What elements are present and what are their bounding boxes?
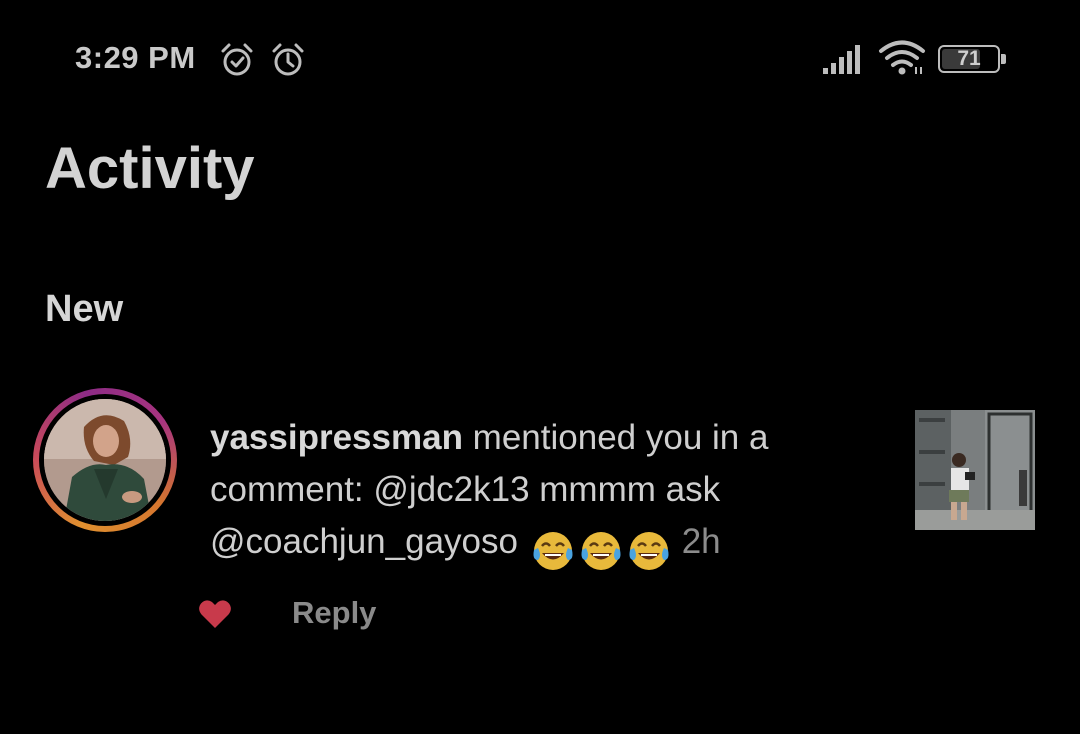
alarm-icon [272,43,304,76]
notification-username[interactable]: yassipressman [210,418,463,457]
alarm-clock-icon [221,43,253,76]
avatar[interactable] [44,399,166,521]
heart-icon[interactable] [198,598,232,630]
story-ring[interactable] [33,388,177,532]
status-bar: 3:29 PM 71 [0,0,1080,120]
battery-icon: 71 [938,45,1006,73]
notification-time: 2h [681,522,721,561]
activity-screen: 3:29 PM 71 Activity New yassipressman me… [0,0,1080,734]
notification-item[interactable]: yassipressman mentioned you in a comment… [0,380,1080,640]
battery-level: 71 [957,47,981,70]
notification-text[interactable]: yassipressman mentioned you in a comment… [210,412,860,575]
signal-icon [823,45,860,74]
page-title: Activity [45,136,255,201]
tears-of-joy-emoji-icon [629,531,669,570]
avatar-image [44,399,166,521]
emoji-group [532,523,676,575]
section-title-new: New [45,288,124,330]
post-thumbnail-image [915,410,1035,530]
reply-button[interactable]: Reply [292,595,376,631]
tears-of-joy-emoji-icon [581,531,621,570]
battery-tip [1001,54,1006,64]
wifi-icon [879,40,925,75]
status-time: 3:29 PM [75,40,196,75]
post-thumbnail[interactable] [915,410,1035,530]
tears-of-joy-emoji-icon [533,531,573,570]
